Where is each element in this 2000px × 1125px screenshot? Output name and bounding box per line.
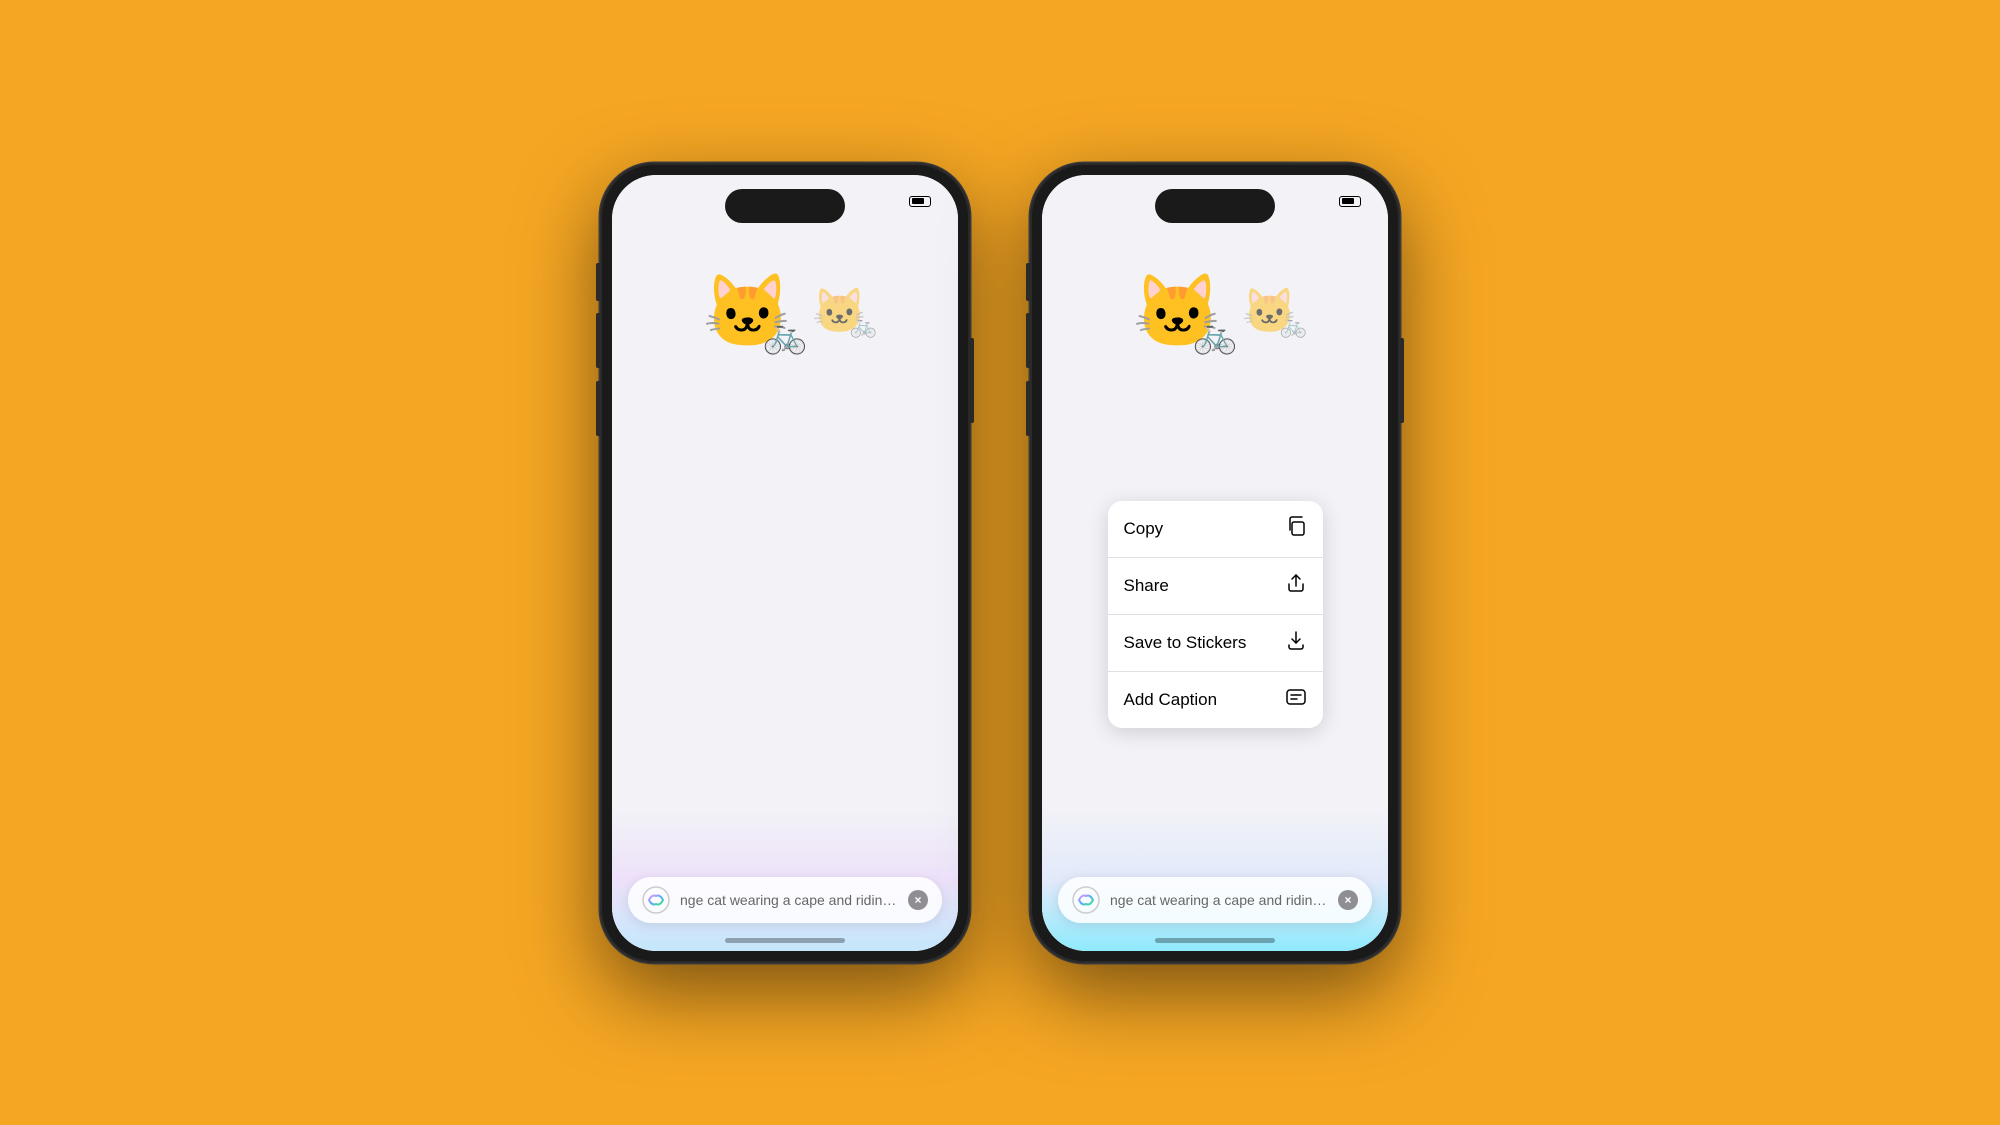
- emoji-secondary-right: 🐱 🚲: [1242, 290, 1297, 334]
- battery-right: [1339, 196, 1364, 207]
- battery-left: [909, 196, 934, 207]
- power-button-left[interactable]: [970, 338, 974, 423]
- add-caption-label: Add Caption: [1124, 690, 1218, 710]
- dynamic-island-right: [1155, 189, 1275, 223]
- copy-label: Copy: [1124, 519, 1164, 539]
- mute-button-left[interactable]: [596, 263, 600, 301]
- menu-save-stickers[interactable]: Save to Stickers: [1108, 615, 1323, 672]
- power-button-right[interactable]: [1400, 338, 1404, 423]
- menu-copy[interactable]: Copy: [1108, 501, 1323, 558]
- share-icon: [1285, 572, 1307, 600]
- search-bar-left[interactable]: nge cat wearing a cape and riding a tric…: [628, 877, 942, 923]
- volume-down-right[interactable]: [1026, 381, 1030, 436]
- volume-up-left[interactable]: [596, 313, 600, 368]
- home-indicator-right: [1155, 938, 1275, 943]
- bottom-area-right: nge cat wearing a cape and riding a tric…: [1042, 811, 1388, 951]
- bottom-area-left: nge cat wearing a cape and riding a tric…: [612, 811, 958, 951]
- screen-left: 4:45 SOS Cancel New Genmoji BETA: [612, 175, 958, 951]
- genmoji-icon-left: [642, 886, 670, 914]
- search-text-right: nge cat wearing a cape and riding a tric…: [1110, 892, 1328, 908]
- volume-up-right[interactable]: [1026, 313, 1030, 368]
- home-indicator-left: [725, 938, 845, 943]
- dynamic-island-left: [725, 189, 845, 223]
- save-stickers-icon: [1285, 629, 1307, 657]
- save-stickers-label: Save to Stickers: [1124, 633, 1247, 653]
- phone-right: 4:46 SOS Cancel New Genmoji BETA: [1030, 163, 1400, 963]
- genmoji-icon-right: [1072, 886, 1100, 914]
- screen-right: 4:46 SOS Cancel New Genmoji BETA: [1042, 175, 1388, 951]
- phone-left: 4:45 SOS Cancel New Genmoji BETA: [600, 163, 970, 963]
- share-label: Share: [1124, 576, 1169, 596]
- copy-icon: [1285, 515, 1307, 543]
- caption-icon: [1285, 686, 1307, 714]
- clear-search-left[interactable]: ×: [908, 890, 928, 910]
- menu-add-caption[interactable]: Add Caption: [1108, 672, 1323, 728]
- menu-share[interactable]: Share: [1108, 558, 1323, 615]
- emoji-main-right: 🐱 🚲: [1133, 276, 1223, 348]
- emoji-main-left: 🐱 🚲: [703, 276, 793, 348]
- mute-button-right[interactable]: [1026, 263, 1030, 301]
- search-bar-right[interactable]: nge cat wearing a cape and riding a tric…: [1058, 877, 1372, 923]
- volume-down-left[interactable]: [596, 381, 600, 436]
- context-menu: Copy Share: [1108, 501, 1323, 728]
- clear-search-right[interactable]: ×: [1338, 890, 1358, 910]
- emoji-secondary-left: 🐱 🚲: [812, 290, 867, 334]
- search-text-left: nge cat wearing a cape and riding a tric…: [680, 892, 898, 908]
